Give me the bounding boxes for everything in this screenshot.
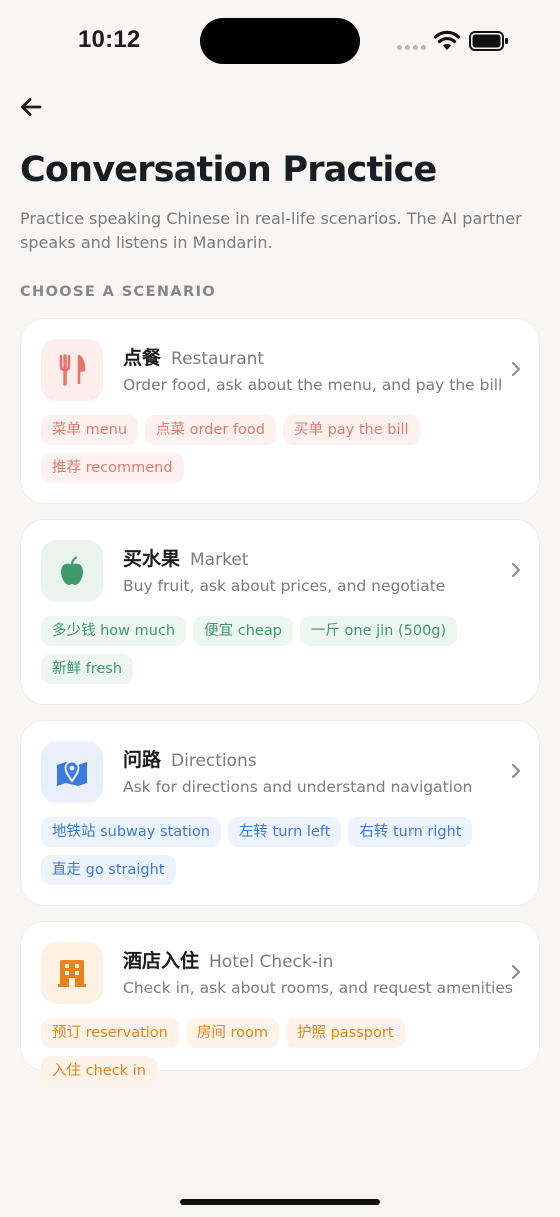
scenario-card[interactable]: 酒店入住 Hotel Check-in Check in, ask about ro… — [20, 921, 540, 1086]
vocab-tag[interactable]: 房间 room — [185, 1018, 279, 1048]
vocab-tag[interactable]: 护照 passport — [285, 1018, 405, 1048]
scenario-title-en: Directions — [171, 751, 257, 771]
scenario-description: Buy fruit, ask about prices, and negotia… — [123, 577, 446, 595]
scenario-heading: 酒店入住 Hotel Check-in — [123, 946, 333, 973]
vocab-tags: 预订 reservation 房间 room 护照 passport 入住 check… — [41, 1018, 521, 1086]
scenario-description: Check in, ask about rooms, and request a… — [123, 979, 513, 997]
scenario-title-zh: 问路 — [123, 749, 162, 771]
chevron-right-icon — [511, 562, 521, 578]
vocab-tag[interactable]: 直走 go straight — [41, 855, 176, 885]
home-indicator[interactable] — [180, 1199, 380, 1205]
section-label: CHOOSE A SCENARIO — [20, 284, 217, 300]
scenario-heading: 买水果 Market — [123, 544, 248, 571]
cellular-signal-icon — [397, 45, 426, 50]
scenario-title-zh: 点餐 — [123, 347, 162, 369]
scenario-card[interactable]: 买水果 Market Buy fruit, ask about prices, an… — [20, 519, 540, 705]
chevron-right-icon — [511, 964, 521, 980]
map-pin-icon — [41, 741, 103, 803]
battery-icon — [469, 31, 508, 51]
vocab-tag[interactable]: 买单 pay the bill — [282, 415, 420, 445]
scenario-heading: 点餐 Restaurant — [123, 343, 264, 370]
scenario-title-zh: 买水果 — [123, 548, 181, 570]
vocab-tag[interactable]: 一斤 one jin (500g) — [299, 616, 458, 646]
scenario-description: Order food, ask about the menu, and pay … — [123, 376, 503, 394]
vocab-tag[interactable]: 地铁站 subway station — [41, 817, 221, 847]
vocab-tag[interactable]: 入住 check in — [41, 1056, 157, 1086]
vocab-tags: 地铁站 subway station 左转 turn left 右转 turn ri… — [41, 817, 521, 885]
wifi-icon — [433, 30, 461, 50]
scenario-title-en: Market — [190, 550, 249, 570]
scenario-title-en: Hotel Check-in — [209, 952, 334, 972]
page-subtitle: Practice speaking Chinese in real-life s… — [20, 209, 522, 252]
scenario-heading: 问路 Directions — [123, 745, 257, 772]
back-arrow-icon[interactable] — [18, 94, 44, 120]
status-time: 10:12 — [78, 26, 141, 53]
vocab-tag[interactable]: 推荐 recommend — [41, 453, 184, 483]
vocab-tag[interactable]: 新鲜 fresh — [41, 654, 134, 684]
apple-icon — [41, 540, 103, 602]
vocab-tag[interactable]: 菜单 menu — [41, 415, 139, 445]
page-title: Conversation Practice — [20, 150, 437, 190]
vocab-tag[interactable]: 右转 turn right — [348, 817, 473, 847]
vocab-tag[interactable]: 多少钱 how much — [41, 616, 187, 646]
vocab-tag[interactable]: 预订 reservation — [41, 1018, 179, 1048]
fork-knife-icon — [41, 339, 103, 401]
vocab-tags: 菜单 menu 点菜 order food 买单 pay the bill 推荐 re… — [41, 415, 521, 483]
scenario-description: Ask for directions and understand naviga… — [123, 778, 473, 796]
status-bar: 10:12 — [0, 0, 560, 84]
chevron-right-icon — [511, 763, 521, 779]
scenario-title-zh: 酒店入住 — [123, 950, 200, 972]
vocab-tags: 多少钱 how much 便宜 cheap 一斤 one jin (500g) 新鲜 … — [41, 616, 521, 684]
scenario-card[interactable]: 问路 Directions Ask for directions and under… — [20, 720, 540, 906]
vocab-tag[interactable]: 左转 turn left — [227, 817, 342, 847]
dynamic-island — [200, 18, 360, 64]
hotel-icon — [41, 942, 103, 1004]
scenario-card[interactable]: 点餐 Restaurant Order food, ask about the me… — [20, 318, 540, 504]
scenario-title-en: Restaurant — [171, 349, 265, 369]
vocab-tag[interactable]: 便宜 cheap — [193, 616, 293, 646]
vocab-tag[interactable]: 点菜 order food — [145, 415, 276, 445]
chevron-right-icon — [511, 361, 521, 377]
